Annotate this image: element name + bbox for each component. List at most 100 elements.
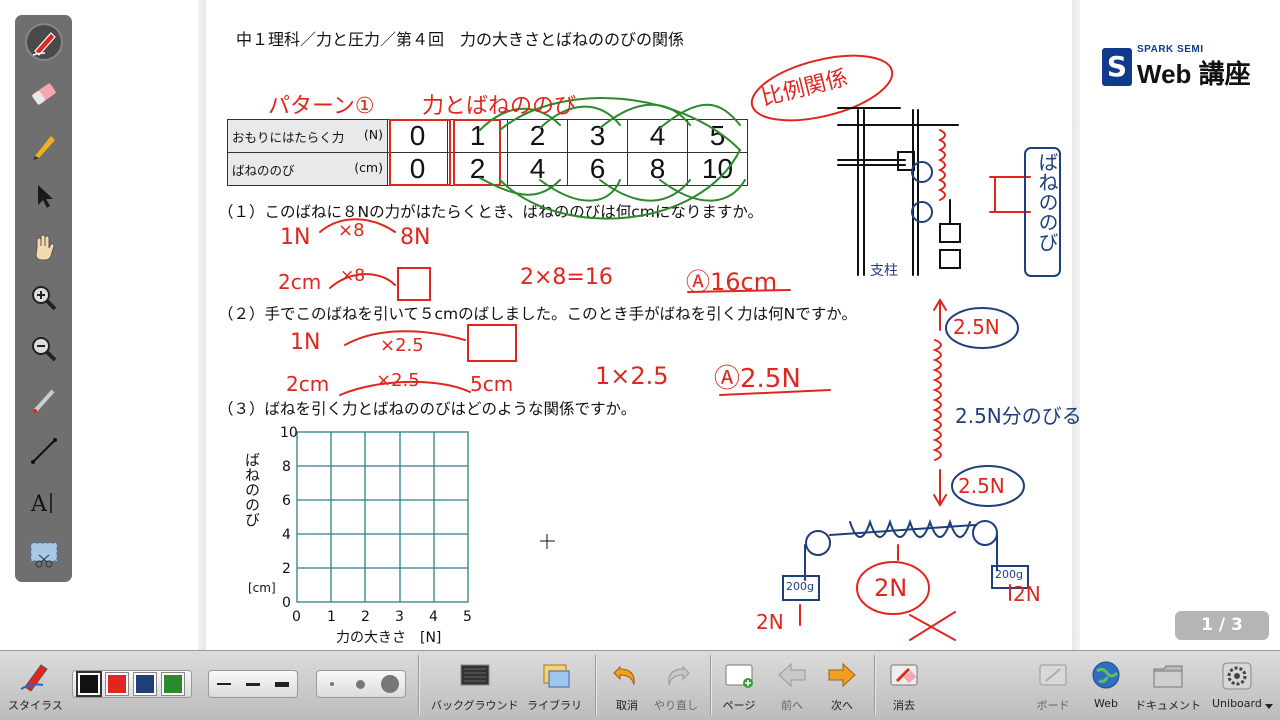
prev-label: 前へ [781, 699, 803, 712]
background-button[interactable]: バックグラウンド [431, 659, 519, 713]
ink-text: 2.5N分のびる [955, 404, 1082, 428]
chevron-down-icon[interactable] [1264, 703, 1274, 711]
ink-text: ×8 [340, 266, 366, 286]
redo-button[interactable]: やり直し [654, 659, 698, 713]
color-picker [72, 670, 192, 698]
stylus-label: スタイラス [8, 699, 63, 712]
next-page-button[interactable]: 次へ [825, 659, 859, 713]
background-icon [460, 664, 490, 686]
zoom-out-tool[interactable] [25, 330, 63, 368]
selector-tool[interactable] [25, 177, 63, 215]
ink-text: ×8 [338, 220, 365, 241]
ink-text: 2N [874, 574, 908, 602]
eraser-icon [32, 83, 56, 105]
highlighter-tool[interactable] [25, 126, 63, 164]
color-blue-swatch[interactable] [134, 673, 156, 695]
stroke-thin-option[interactable] [209, 683, 238, 685]
ink-text: 支柱 [870, 263, 898, 279]
eraser-small-option[interactable] [317, 682, 346, 686]
eraser-tool[interactable] [25, 75, 63, 113]
board-label: ボード [1036, 699, 1070, 712]
ink-text: 5cm [470, 372, 514, 396]
ink-text: 8N [400, 225, 431, 250]
stylus-button[interactable]: スタイラス [8, 659, 63, 713]
ink-box [453, 119, 501, 186]
eraser-size-picker [316, 670, 406, 698]
color-green-swatch[interactable] [162, 673, 184, 695]
erase-label: 消去 [893, 699, 915, 712]
ink-text: 1N [290, 330, 321, 355]
line-tool[interactable] [25, 432, 63, 470]
uniboard-menu-button[interactable]: Uniboard [1212, 659, 1262, 710]
ink-text: ×2.5 [380, 335, 424, 356]
spark-semi-logo: S SPARK SEMI Web 講座 [1100, 44, 1265, 90]
pen-tool[interactable] [25, 23, 63, 61]
web-label: Web [1094, 697, 1118, 710]
new-page-button[interactable]: ページ [722, 659, 756, 713]
ink-text: Ⓐ16cm [686, 268, 778, 296]
redo-icon [668, 665, 690, 686]
whiteboard-canvas[interactable]: 中１理科／力と圧力／第４回 力の大きさとばねののびの関係 おもりにはたらく力 (N… [0, 0, 1280, 650]
arrow-pointer-icon [38, 185, 53, 208]
ink-text: Ⓐ2.5N [714, 364, 801, 394]
ink-text: 2cm [286, 372, 330, 396]
document-label: ドキュメント [1135, 699, 1201, 712]
page-indicator: 1 / 3 [1175, 611, 1269, 640]
ink-text: ×2.5 [376, 370, 420, 391]
erase-all-button[interactable]: 消去 [887, 659, 921, 713]
hand-icon [35, 234, 55, 261]
undo-icon [613, 665, 635, 686]
document-mode-button[interactable]: ドキュメント [1135, 659, 1201, 713]
erase-all-icon [890, 664, 918, 686]
ink-box [389, 119, 451, 186]
library-label: ライブラリ [527, 699, 582, 712]
eraser-medium-option[interactable] [346, 679, 375, 689]
board-mode-button[interactable]: ボード [1036, 659, 1070, 713]
background-label: バックグラウンド [431, 699, 519, 712]
stylus-icon [20, 664, 49, 692]
logo-mark: S [1102, 48, 1132, 86]
bottom-toolbar: スタイラス バックグラウンド ライブラリ 取消 やり直し ページ 前へ 次へ 消… [0, 650, 1280, 720]
text-tool[interactable]: A [25, 483, 63, 521]
ink-text: 2×8=16 [520, 265, 613, 290]
library-button[interactable]: ライブラリ [527, 659, 582, 713]
eraser-large-option[interactable] [376, 675, 405, 693]
ink-text: 1N [280, 225, 311, 250]
ink-layer [319, 54, 1061, 641]
ink-text: 力とばねののび [422, 94, 577, 119]
board-icon [1039, 664, 1067, 686]
text-icon: A [30, 492, 52, 517]
color-red-swatch[interactable] [106, 673, 128, 695]
svg-text:A: A [30, 492, 48, 517]
highlighter-icon [33, 136, 55, 160]
zoom-in-tool[interactable] [25, 279, 63, 317]
ink-text: 2.5N [958, 474, 1005, 498]
toolbar-divider [710, 655, 711, 715]
ink-text: 2N [1013, 582, 1041, 606]
ink-text: 2N [756, 610, 784, 634]
uniboard-label: Uniboard [1212, 697, 1262, 710]
next-label: 次へ [831, 699, 853, 712]
toolbar-divider [595, 655, 596, 715]
arrow-right-icon [828, 662, 856, 688]
laser-pointer-tool[interactable] [25, 381, 63, 419]
logo-name: Web 講座 [1137, 59, 1251, 89]
web-mode-button[interactable]: Web [1089, 659, 1123, 710]
color-black-swatch[interactable] [78, 673, 100, 695]
capture-tool[interactable] [25, 535, 63, 573]
library-icon [543, 664, 569, 688]
previous-page-button[interactable]: 前へ [775, 659, 809, 713]
undo-label: 取消 [616, 699, 638, 712]
tool-palette: A [15, 15, 72, 582]
stroke-width-picker [208, 670, 298, 698]
globe-icon [1092, 661, 1120, 689]
toolbar-divider [418, 655, 419, 715]
hand-tool[interactable] [25, 228, 63, 266]
stroke-medium-option[interactable] [238, 682, 267, 686]
redo-label: やり直し [654, 699, 698, 712]
stroke-thick-option[interactable] [268, 681, 297, 687]
undo-button[interactable]: 取消 [610, 659, 644, 713]
ink-text: ばねののび [1035, 152, 1059, 252]
ink-text: 200g [995, 568, 1023, 581]
arrow-left-icon [778, 662, 806, 688]
